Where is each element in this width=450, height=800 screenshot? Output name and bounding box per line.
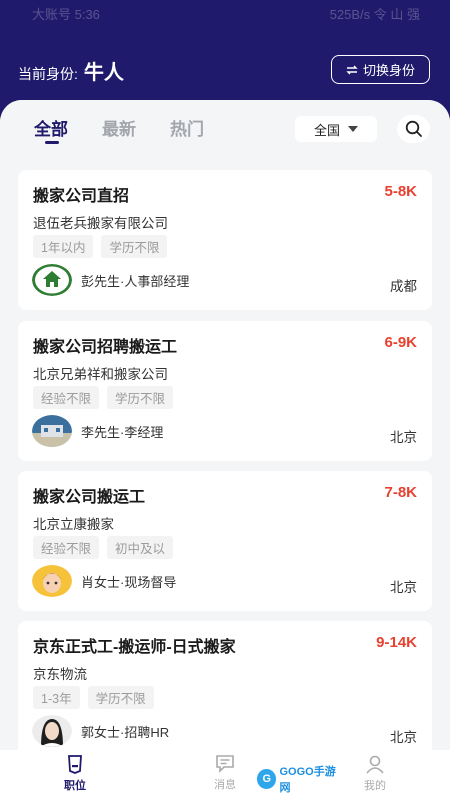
status-right: 525B/s 令 山 强 [329, 7, 420, 22]
search-icon [405, 120, 422, 137]
tag-list: 经验不限 学历不限 [33, 386, 174, 409]
bottom-nav: 职位 消息 我的 G GOGO手游网 [0, 750, 450, 800]
tab-hot[interactable]: 热门 [170, 115, 204, 140]
job-city: 北京 [390, 730, 417, 745]
job-title: 京东正式工-搬运师-日式搬家 [33, 639, 236, 656]
region-select[interactable]: 全国 [295, 116, 377, 142]
tab-all[interactable]: 全部 [34, 115, 68, 140]
job-city: 成都 [390, 279, 417, 294]
company-name: 北京兄弟祥和搬家公司 [33, 367, 168, 382]
tag-list: 1年以内 学历不限 [33, 235, 168, 258]
tag: 学历不限 [107, 386, 174, 409]
tag: 初中及以 [107, 536, 174, 559]
tag-list: 1-3年 学历不限 [33, 686, 154, 709]
identity-value: 牛人 [83, 62, 124, 84]
recruiter: 郭女士·招聘HR [32, 715, 169, 747]
nav-item-profile[interactable]: 我的 [350, 754, 400, 793]
tag: 经验不限 [33, 536, 100, 559]
avatar [32, 565, 72, 597]
job-card[interactable]: 搬家公司招聘搬运工 6-9K 北京兄弟祥和搬家公司 经验不限 学历不限 李先生·… [18, 321, 432, 461]
chat-icon [216, 755, 234, 773]
recruiter: 彭先生·人事部经理 [32, 264, 189, 296]
tag: 学历不限 [101, 235, 168, 258]
nav-item-jobs[interactable]: 职位 [50, 754, 100, 793]
job-city: 北京 [390, 580, 417, 595]
user-icon [366, 755, 384, 774]
recruiter-name: 郭女士·招聘HR [81, 724, 170, 740]
search-button[interactable] [397, 115, 430, 143]
switch-identity-button[interactable]: 切换身份 [331, 55, 430, 84]
tag: 学历不限 [87, 686, 154, 709]
nav-label: 消息 [214, 779, 236, 791]
tab-latest[interactable]: 最新 [102, 115, 136, 140]
salary: 6-9K [384, 334, 417, 351]
job-card[interactable]: 搬家公司直招 5-8K 退伍老兵搬家有限公司 1年以内 学历不限 彭先生·人事部… [18, 170, 432, 310]
recruiter-name: 肖女士·现场督导 [81, 574, 177, 590]
switch-identity-label: 切换身份 [362, 63, 415, 78]
tag: 1年以内 [33, 235, 94, 258]
status-left: 大账号 5:36 [32, 7, 100, 22]
status-bar: 大账号 5:36 525B/s 令 山 强 [32, 4, 420, 22]
main-panel: 搬家公司直招 5-8K 退伍老兵搬家有限公司 1年以内 学历不限 彭先生·人事部… [0, 100, 450, 750]
nav-label: 我的 [364, 780, 386, 792]
identity-label: 当前身份: [18, 66, 78, 82]
salary: 9-14K [376, 634, 417, 651]
tab-active-indicator [45, 141, 59, 144]
job-card[interactable]: 搬家公司搬运工 7-8K 北京立康搬家 经验不限 初中及以 肖女士·现场督导 北… [18, 471, 432, 611]
caret-down-icon [348, 126, 358, 132]
salary: 7-8K [384, 484, 417, 501]
recruiter: 李先生·李经理 [32, 415, 163, 447]
identity: 当前身份: 牛人 [18, 56, 124, 85]
tag-list: 经验不限 初中及以 [33, 536, 174, 559]
tag: 1-3年 [33, 686, 80, 709]
badge-icon [68, 755, 82, 774]
job-title: 搬家公司直招 [33, 188, 130, 205]
salary: 5-8K [384, 183, 417, 200]
job-title: 搬家公司搬运工 [33, 489, 146, 506]
recruiter-name: 李先生·李经理 [81, 424, 164, 440]
watermark-text: GOGO手游网 [279, 766, 336, 794]
watermark-logo-icon: G [257, 769, 277, 789]
tag: 经验不限 [33, 386, 100, 409]
job-city: 北京 [390, 430, 417, 445]
nav-label: 职位 [64, 780, 86, 792]
recruiter-name: 彭先生·人事部经理 [81, 273, 190, 289]
nav-item-messages[interactable]: 消息 [200, 754, 250, 792]
tab-bar: 全部 最新 热门 全国 [0, 100, 450, 162]
avatar [32, 415, 72, 447]
avatar [32, 715, 72, 747]
job-card[interactable]: 京东正式工-搬运师-日式搬家 9-14K 京东物流 1-3年 学历不限 郭女士·… [18, 621, 432, 750]
swap-icon [346, 65, 358, 74]
recruiter: 肖女士·现场督导 [32, 565, 176, 597]
avatar [32, 264, 72, 296]
company-name: 北京立康搬家 [33, 517, 114, 532]
job-title: 搬家公司招聘搬运工 [33, 339, 178, 356]
company-name: 京东物流 [33, 667, 87, 682]
region-label: 全国 [313, 122, 340, 138]
watermark: G GOGO手游网 [257, 766, 345, 794]
company-name: 退伍老兵搬家有限公司 [33, 216, 168, 231]
